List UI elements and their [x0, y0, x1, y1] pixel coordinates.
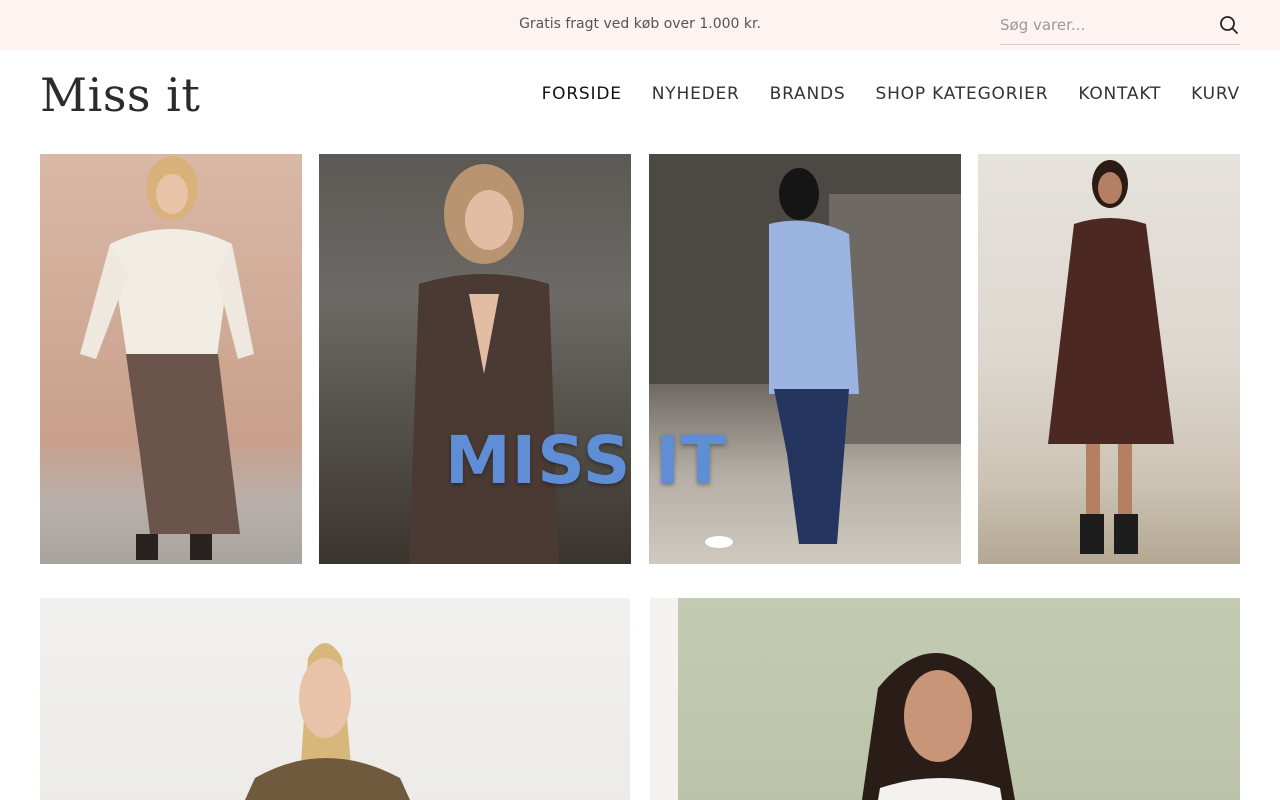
search-bar[interactable]: [1000, 8, 1240, 45]
featured-image-left[interactable]: [40, 598, 630, 800]
site-logo[interactable]: Miss it: [40, 68, 200, 122]
hero-image-4[interactable]: [978, 154, 1240, 564]
model-figure: [1048, 160, 1174, 554]
main-nav: FORSIDE NYHEDER BRANDS SHOP KATEGORIER K…: [542, 84, 1240, 104]
nav-item-kurv[interactable]: KURV: [1191, 84, 1240, 104]
model-figure: [649, 154, 961, 548]
model-figure: [80, 156, 254, 560]
nav-item-kontakt[interactable]: KONTAKT: [1078, 84, 1161, 104]
model-figure: [245, 643, 410, 800]
model-figure: [409, 164, 559, 564]
brand-overlay-text: MISS IT: [445, 422, 727, 499]
hero-image-3[interactable]: [649, 154, 961, 564]
site-header: Miss it FORSIDE NYHEDER BRANDS SHOP KATE…: [0, 50, 1280, 150]
hero-image-1[interactable]: [40, 154, 302, 564]
model-figure: [650, 598, 1015, 800]
search-icon[interactable]: [1218, 14, 1240, 36]
featured-image-right[interactable]: [650, 598, 1240, 800]
nav-item-brands[interactable]: BRANDS: [770, 84, 846, 104]
nav-item-nyheder[interactable]: NYHEDER: [652, 84, 740, 104]
nav-item-shop-kategorier[interactable]: SHOP KATEGORIER: [875, 84, 1048, 104]
search-input[interactable]: [1000, 13, 1210, 37]
nav-item-forside[interactable]: FORSIDE: [542, 84, 622, 104]
promo-bar: Gratis fragt ved køb over 1.000 kr.: [0, 0, 1280, 50]
hero-image-2[interactable]: [319, 154, 631, 564]
